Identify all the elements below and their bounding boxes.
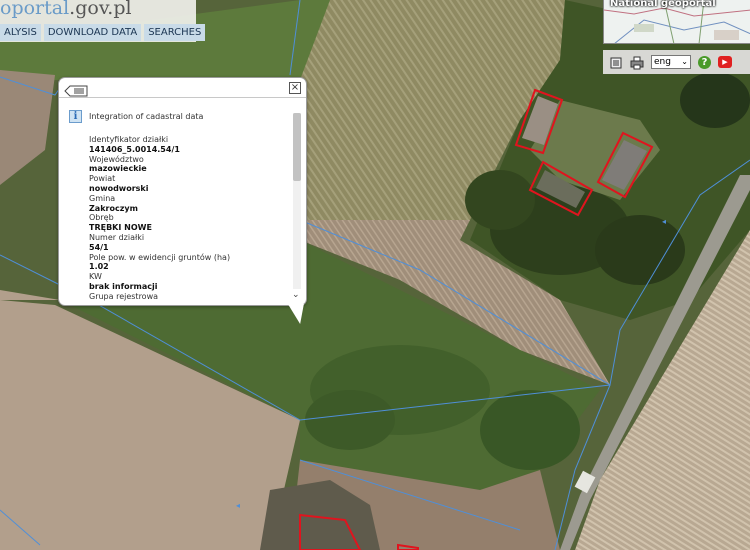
field-value: 1.02	[89, 262, 109, 272]
field-value: 54/1	[89, 242, 109, 252]
section-title: Integration of cadastral data	[89, 111, 204, 121]
field-label: KW	[89, 272, 102, 282]
field-label: Powiat	[89, 174, 116, 184]
toolbar-download-data-button[interactable]: DOWNLOAD DATA	[43, 24, 142, 41]
logo-text-part1: oportal	[0, 0, 70, 19]
minimap-title: National geoportal	[610, 0, 716, 9]
popup-section-header: i Integration of cadastral data	[69, 108, 289, 124]
field-value: TRĘBKI NOWE	[89, 223, 152, 233]
popup-header: ×	[59, 78, 306, 98]
print-icon[interactable]	[630, 55, 644, 70]
popup-list-back-button[interactable]	[64, 82, 88, 97]
field-value: mazowieckie	[89, 164, 147, 174]
main-toolbar: ALYSIS DOWNLOAD DATA SEARCHES	[0, 22, 206, 42]
overview-minimap[interactable]: National geoportal	[603, 0, 750, 44]
map-controls: eng ⌄ ? ▶	[603, 50, 750, 74]
svg-text:◂: ◂	[662, 217, 666, 226]
scroll-down-icon[interactable]: ⌄	[292, 291, 300, 300]
scrollbar-thumb[interactable]	[293, 113, 301, 181]
site-logo[interactable]: oportal.gov.pl	[0, 0, 196, 22]
field-value: brak informacji	[89, 281, 158, 291]
youtube-icon[interactable]: ▶	[718, 56, 732, 68]
print-settings-icon[interactable]	[609, 55, 623, 69]
back-list-icon	[64, 85, 88, 97]
field-label: Obręb	[89, 213, 114, 223]
field-label: Identyfikator działki	[89, 135, 169, 144]
chevron-down-icon: ⌄	[681, 57, 688, 66]
toolbar-analysis-button[interactable]: ALYSIS	[0, 24, 41, 41]
field-value: Zakroczym	[89, 203, 138, 213]
field-label: Grupa rejestrowa	[89, 291, 159, 301]
language-select-value: eng	[654, 57, 671, 67]
field-label: Województwo	[89, 154, 144, 164]
popup-scrollbar[interactable]: ⌄	[290, 113, 304, 303]
svg-text:◂: ◂	[236, 501, 240, 510]
parcel-attributes: Identyfikator działki 141406_5.0014.54/1…	[89, 135, 289, 303]
language-select[interactable]: eng ⌄	[651, 55, 691, 69]
close-icon[interactable]: ×	[289, 82, 301, 94]
logo-text-part2: .gov.pl	[69, 0, 132, 19]
field-label: Numer działki	[89, 232, 145, 242]
field-value: 141406_5.0014.54/1	[89, 144, 180, 154]
field-label: Gmina	[89, 193, 116, 203]
field-label: Pole pow. w ewidencji gruntów (ha)	[89, 252, 231, 262]
field-value: nowodworski	[89, 183, 149, 193]
help-icon[interactable]: ?	[698, 55, 711, 69]
toolbar-searches-button[interactable]: SEARCHES	[144, 24, 206, 41]
info-icon: i	[69, 109, 82, 123]
parcel-info-popup: × i Integration of cadastral data Identy…	[58, 77, 307, 306]
